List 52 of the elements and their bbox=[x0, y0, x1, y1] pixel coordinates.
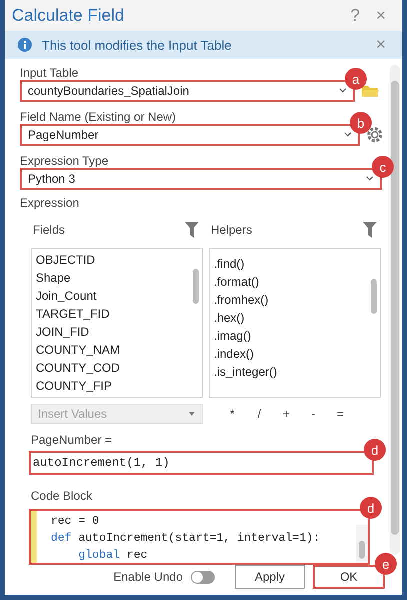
list-item[interactable]: TARGET_FID bbox=[36, 305, 190, 323]
list-item[interactable]: .find() bbox=[214, 255, 368, 273]
gear-icon[interactable] bbox=[366, 126, 384, 144]
list-item[interactable]: COUNTY_FIP bbox=[36, 377, 190, 395]
expression-label: PageNumber = bbox=[31, 433, 112, 447]
list-item[interactable]: COUNTY_NAM bbox=[36, 341, 190, 359]
filter-icon[interactable] bbox=[185, 222, 199, 238]
list-item[interactable]: Join_Count bbox=[36, 287, 190, 305]
info-icon bbox=[18, 38, 32, 52]
list-item[interactable]: .hex() bbox=[214, 309, 368, 327]
callout-badge: a bbox=[345, 68, 367, 90]
code-line: def autoIncrement(start=1, interval=1): bbox=[51, 531, 322, 547]
operator-button[interactable]: = bbox=[329, 407, 352, 421]
filter-icon[interactable] bbox=[363, 222, 377, 238]
insert-values-dropdown: Insert Values bbox=[31, 404, 203, 424]
list-item[interactable]: JOIN_FID bbox=[36, 323, 190, 341]
enable-undo-toggle[interactable] bbox=[191, 570, 215, 584]
code-block-label: Code Block bbox=[31, 489, 92, 503]
callout-badge: e bbox=[375, 553, 397, 575]
operator-button[interactable]: + bbox=[275, 407, 298, 421]
info-message: This tool modifies the Input Table bbox=[42, 38, 233, 53]
scrollbar[interactable] bbox=[390, 65, 400, 555]
list-item[interactable]: COUNTY_COD bbox=[36, 359, 190, 377]
field-label: Input Table bbox=[20, 66, 78, 80]
section-label: Expression bbox=[20, 196, 80, 210]
callout-badge: d bbox=[364, 439, 386, 461]
code-line: rec = 0 bbox=[51, 514, 100, 530]
list-item[interactable]: .fromhex() bbox=[214, 291, 368, 309]
operator-button[interactable]: - bbox=[302, 407, 325, 421]
caret-icon bbox=[366, 176, 374, 182]
callout-badge: b bbox=[350, 112, 372, 134]
field-label: Expression Type bbox=[20, 154, 108, 168]
field-label: Field Name (Existing or New) bbox=[20, 110, 176, 124]
scrollbar[interactable] bbox=[356, 525, 368, 563]
list-label: Helpers bbox=[211, 223, 252, 237]
window-title: Calculate Field bbox=[12, 6, 126, 26]
enable-undo-label: Enable Undo bbox=[114, 570, 183, 584]
callout-badge: d bbox=[360, 497, 382, 519]
caret-icon bbox=[344, 132, 352, 138]
list-item[interactable]: OBJECTID bbox=[36, 251, 190, 269]
caret-icon bbox=[188, 411, 196, 417]
list-item[interactable]: .index() bbox=[214, 345, 368, 363]
list-label: Fields bbox=[33, 223, 66, 237]
list-item[interactable]: .is_integer() bbox=[214, 363, 368, 381]
caret-icon bbox=[339, 88, 347, 94]
code-line: global rec bbox=[78, 548, 149, 563]
operator-button[interactable]: * bbox=[221, 407, 244, 421]
list-item[interactable]: .imag() bbox=[214, 327, 368, 345]
list-item[interactable]: Shape bbox=[36, 269, 190, 287]
list-item[interactable]: .format() bbox=[214, 273, 368, 291]
operator-button[interactable]: / bbox=[248, 407, 271, 421]
apply-button[interactable]: Apply bbox=[235, 565, 305, 589]
